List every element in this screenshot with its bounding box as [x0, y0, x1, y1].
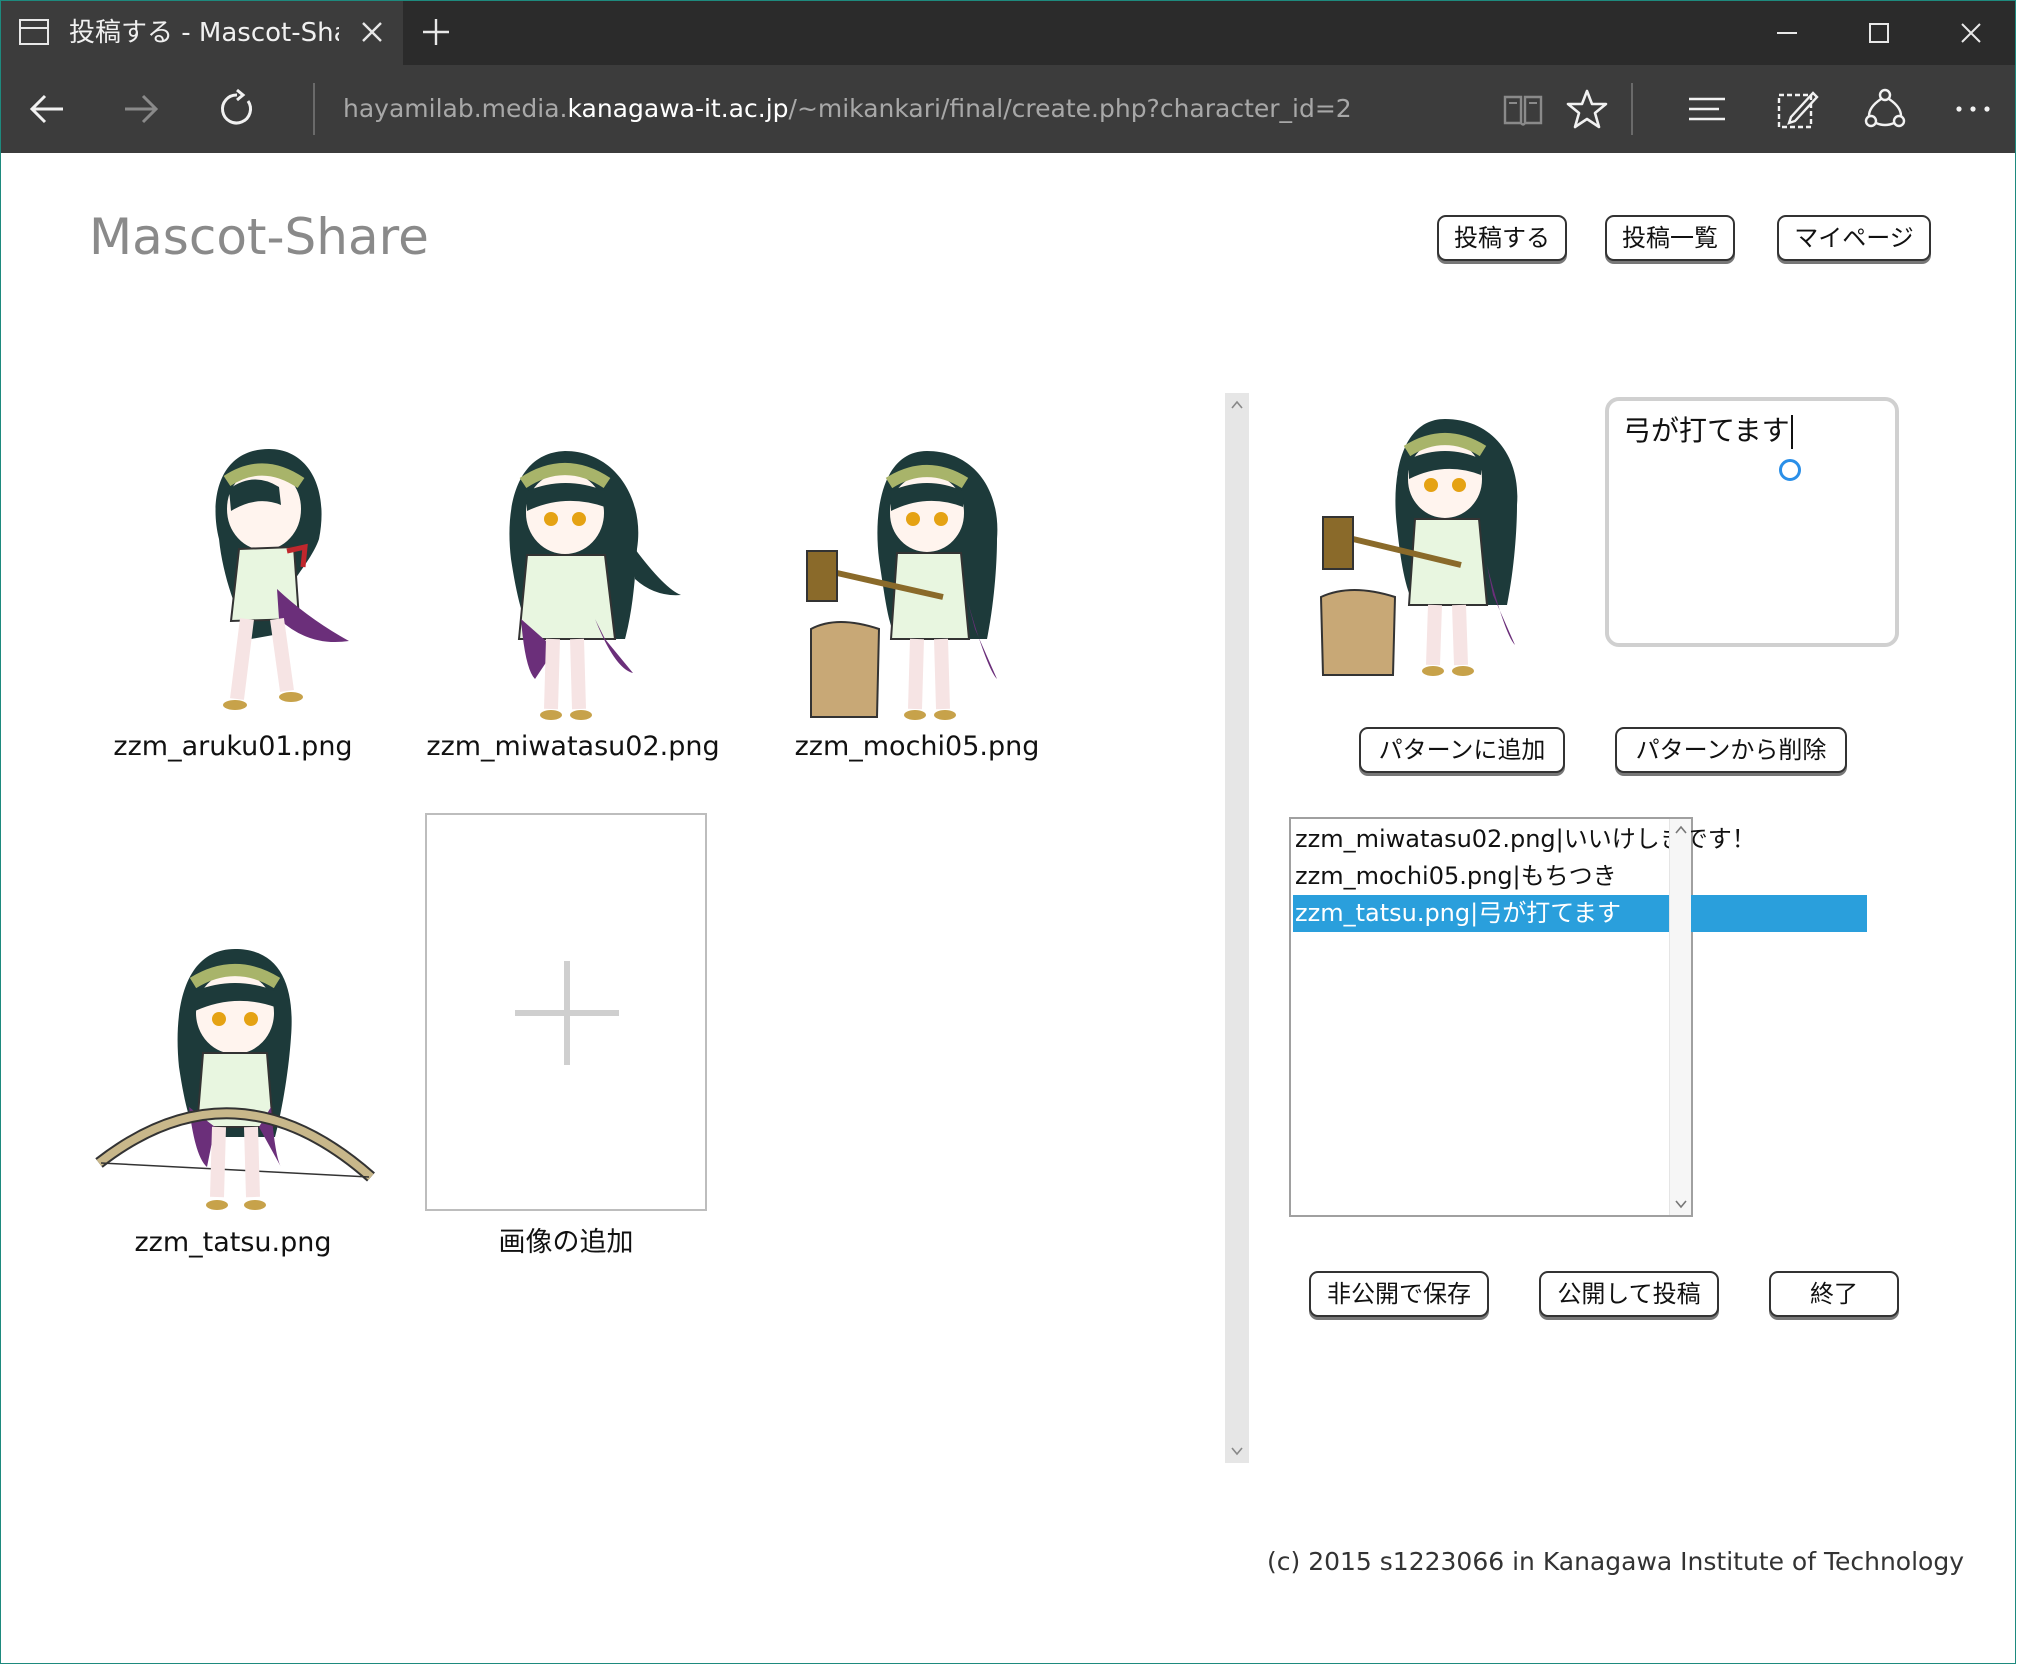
page-content: Mascot-Share 投稿する 投稿一覧 マイページ zzm_aruku01…	[1, 153, 2015, 1663]
selected-character-preview	[1319, 419, 1518, 676]
separator	[313, 83, 315, 135]
browser-window: 投稿する - Mascot-Share hayamil	[0, 0, 2016, 1664]
back-arrow-icon[interactable]	[25, 87, 69, 131]
image-caption: zzm_aruku01.png	[113, 731, 353, 762]
url-prefix: hayamilab.media.	[343, 94, 568, 123]
chevron-up-icon[interactable]	[1229, 397, 1245, 413]
minimize-icon[interactable]	[1769, 15, 1805, 51]
close-icon[interactable]	[357, 17, 387, 47]
chevron-up-icon[interactable]	[1673, 822, 1689, 838]
add-image-label: 画像の追加	[498, 1227, 634, 1258]
character-bow-image[interactable]	[95, 927, 375, 1227]
remove-from-pattern-button[interactable]: パターンから削除	[1615, 727, 1847, 773]
nav-mypage-button[interactable]: マイページ	[1777, 215, 1931, 261]
list-scrollbar[interactable]	[1669, 819, 1691, 1215]
plus-icon[interactable]	[419, 15, 453, 49]
image-caption: zzm_mochi05.png	[794, 731, 1040, 762]
plus-icon	[515, 961, 619, 1065]
pattern-list: zzm_miwatasu02.png|いいけしきです！ zzm_mochi05.p…	[1293, 821, 1869, 932]
address-bar[interactable]: hayamilab.media.kanagawa-it.ac.jp/~mikan…	[343, 91, 1463, 127]
add-to-pattern-button[interactable]: パターンに追加	[1359, 727, 1565, 773]
character-looking-image[interactable]	[465, 429, 685, 729]
pattern-list-item[interactable]: zzm_tatsu.png|弓が打てます	[1293, 895, 1867, 932]
image-caption: zzm_tatsu.png	[134, 1227, 332, 1258]
title-bar: 投稿する - Mascot-Share	[1, 1, 2015, 65]
chevron-down-icon[interactable]	[1673, 1196, 1689, 1212]
url-host: kanagawa-it.ac.jp	[567, 94, 789, 123]
nav-list-button[interactable]: 投稿一覧	[1605, 215, 1735, 261]
publish-button[interactable]: 公開して投稿	[1539, 1271, 1719, 1317]
pattern-list-item[interactable]: zzm_miwatasu02.png|いいけしきです！	[1293, 821, 1867, 858]
site-title[interactable]: Mascot-Share	[89, 205, 429, 269]
character-walking-image[interactable]	[159, 429, 359, 729]
star-icon[interactable]	[1565, 87, 1609, 131]
image-caption: zzm_miwatasu02.png	[426, 731, 720, 762]
pattern-list-item[interactable]: zzm_mochi05.png|もちつき	[1293, 858, 1867, 895]
chevron-down-icon[interactable]	[1229, 1443, 1245, 1459]
more-icon[interactable]	[1951, 87, 1995, 131]
text-caret	[1790, 415, 1793, 449]
navigation-bar: hayamilab.media.kanagawa-it.ac.jp/~mikan…	[1, 65, 2015, 153]
character-pounding-mochi-image[interactable]	[797, 429, 1027, 729]
pattern-listbox[interactable]: zzm_miwatasu02.png|いいけしきです！ zzm_mochi05.p…	[1289, 817, 1867, 1217]
caption-textarea[interactable]: 弓が打てます	[1605, 397, 1899, 647]
caption-textarea-value: 弓が打てます	[1623, 411, 1793, 451]
separator	[1631, 83, 1633, 135]
hub-icon[interactable]	[1685, 87, 1729, 131]
page-icon	[19, 19, 49, 45]
refresh-icon[interactable]	[215, 87, 259, 131]
save-private-button[interactable]: 非公開で保存	[1309, 1271, 1489, 1317]
window-close-icon[interactable]	[1953, 15, 1989, 51]
maximize-icon[interactable]	[1861, 15, 1897, 51]
forward-arrow-icon[interactable]	[119, 87, 163, 131]
copyright-footer: (c) 2015 s1223066 in Kanagawa Institute …	[1267, 1547, 1965, 1576]
add-image-button[interactable]	[425, 813, 707, 1211]
touch-cursor-icon	[1779, 459, 1801, 481]
web-note-icon[interactable]	[1775, 87, 1819, 131]
share-icon[interactable]	[1863, 87, 1907, 131]
reading-view-icon[interactable]	[1501, 87, 1545, 131]
tab-title: 投稿する - Mascot-Share	[69, 18, 339, 48]
gallery-scrollbar[interactable]	[1225, 393, 1249, 1463]
url-path: /~mikankari/final/create.php?character_i…	[788, 94, 1352, 123]
nav-post-button[interactable]: 投稿する	[1437, 215, 1567, 261]
finish-button[interactable]: 終了	[1769, 1271, 1899, 1317]
browser-tab[interactable]: 投稿する - Mascot-Share	[1, 1, 403, 65]
